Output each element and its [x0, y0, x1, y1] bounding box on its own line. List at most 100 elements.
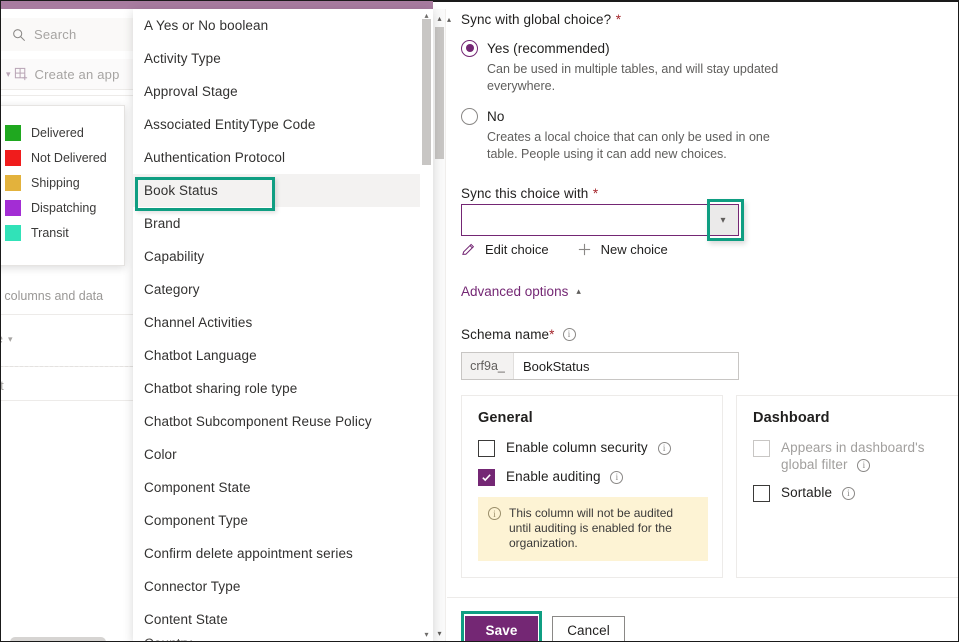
list-item[interactable]: Component State	[133, 471, 420, 504]
required-marker: *	[549, 327, 555, 342]
color-swatch	[5, 149, 21, 166]
radio-label: No	[487, 108, 505, 124]
list-item-label: Brand	[144, 216, 181, 231]
chevron-down-icon[interactable]: ▾	[708, 205, 738, 235]
list-item[interactable]: Capability	[133, 240, 420, 273]
enable-column-security-row[interactable]: Enable column security i	[478, 439, 706, 457]
horizontal-scrollbar[interactable]	[10, 637, 106, 642]
checkbox-unchecked-icon[interactable]	[478, 440, 495, 457]
scrollbar-thumb[interactable]	[422, 19, 431, 165]
pencil-icon	[461, 242, 476, 257]
list-item[interactable]: Authentication Protocol	[133, 141, 420, 174]
info-icon[interactable]: i	[841, 486, 855, 500]
general-card-title: General	[478, 410, 533, 426]
list-item-label: Content State	[144, 612, 228, 627]
divider	[0, 400, 133, 401]
left-row-select[interactable]: e ▾	[0, 315, 133, 363]
new-choice-button[interactable]: New choice	[577, 242, 668, 257]
info-icon: i	[857, 458, 871, 472]
color-swatch	[5, 174, 21, 191]
radio-no[interactable]: No	[461, 105, 821, 127]
list-item[interactable]: Content State	[133, 603, 420, 636]
dropdown-options: A Yes or No boolean Activity Type Approv…	[133, 9, 420, 642]
list-item[interactable]: Color	[133, 438, 420, 471]
info-icon[interactable]: i	[657, 441, 671, 455]
list-item-label: Chatbot Subcomponent Reuse Policy	[144, 414, 372, 429]
list-item-partial[interactable]: Country	[133, 636, 420, 642]
advanced-options-toggle[interactable]: Advanced options ▴	[461, 284, 581, 299]
search-input-placeholder[interactable]: Search	[34, 27, 76, 42]
list-item[interactable]: Channel Activities	[133, 306, 420, 339]
sync-global-choice-radio-group: Yes (recommended) Can be used in multipl…	[461, 37, 821, 163]
list-item[interactable]: Confirm delete appointment series	[133, 537, 420, 570]
list-item-book-status[interactable]: Book Status	[133, 174, 420, 207]
list-item[interactable]: Connector Type	[133, 570, 420, 603]
global-choice-dropdown-list[interactable]: A Yes or No boolean Activity Type Approv…	[133, 9, 433, 642]
left-background-app: Search ▾ Create an app o columns and dat…	[0, 9, 133, 642]
list-item[interactable]: Component Type	[133, 504, 420, 537]
auditing-warning-message: i This column will not be audited until …	[478, 497, 708, 561]
list-item-label: Chatbot Language	[144, 348, 257, 363]
sync-choice-input[interactable]	[462, 205, 708, 235]
chevron-down-icon[interactable]: ▾	[420, 628, 433, 640]
list-item[interactable]: Category	[133, 273, 420, 306]
list-item-label: Book Status	[144, 183, 218, 198]
panel-content: ▴ Sync with global choice? * Yes (recomm…	[447, 9, 959, 642]
list-item[interactable]: Chatbot Language	[133, 339, 420, 372]
schema-prefix: crf9a_	[462, 353, 514, 379]
chevron-up-icon[interactable]: ▴	[447, 15, 451, 24]
scrollbar-thumb[interactable]	[435, 27, 444, 159]
enable-auditing-row[interactable]: Enable auditing i	[478, 468, 706, 486]
legend-label: Transit	[31, 225, 69, 240]
checkbox-unchecked-icon[interactable]	[753, 485, 770, 502]
cancel-button[interactable]: Cancel	[552, 616, 625, 642]
radio-yes-recommended[interactable]: Yes (recommended)	[461, 37, 821, 59]
save-button[interactable]: Save	[465, 616, 538, 642]
divider	[0, 366, 133, 367]
chevron-down-icon[interactable]: ▾	[433, 627, 446, 639]
divider	[447, 597, 959, 598]
info-icon[interactable]: i	[562, 328, 576, 341]
chevron-up-icon[interactable]: ▴	[433, 12, 446, 24]
section-title-text: Sync with global choice?	[461, 12, 612, 27]
info-icon[interactable]: i	[610, 470, 624, 484]
checkbox-checked-icon[interactable]	[478, 469, 495, 486]
list-item[interactable]: Activity Type	[133, 42, 420, 75]
list-item-label: A Yes or No boolean	[144, 18, 269, 33]
list-item[interactable]: Approval Stage	[133, 75, 420, 108]
list-item[interactable]: Chatbot sharing role type	[133, 372, 420, 405]
schema-name-input[interactable]	[514, 353, 738, 379]
panel-scrollbar[interactable]: ▴ ▾	[433, 9, 446, 642]
schema-name-field[interactable]: crf9a_	[461, 352, 739, 380]
form-action-buttons: Save Cancel	[465, 616, 625, 642]
list-item[interactable]: Brand	[133, 207, 420, 240]
color-swatch	[5, 224, 21, 241]
edit-choice-button[interactable]: Edit choice	[461, 242, 549, 257]
list-item[interactable]: Associated EntityType Code	[133, 108, 420, 141]
legend-label: Not Delivered	[31, 150, 107, 165]
choice-action-links: Edit choice New choice	[461, 242, 696, 257]
window-edge	[433, 0, 959, 2]
enable-column-security-label: Enable column security	[506, 440, 648, 455]
legend-label: Dispatching	[31, 200, 97, 215]
list-item-label: Channel Activities	[144, 315, 253, 330]
left-row-select-label: e	[0, 332, 3, 346]
create-an-app-button[interactable]: ▾ Create an app	[0, 59, 133, 90]
required-marker: *	[615, 12, 622, 27]
grid-plus-icon	[14, 67, 29, 82]
new-choice-label: New choice	[600, 242, 668, 257]
chevron-down-icon: ▾	[7, 333, 13, 344]
schema-name-label: Schema name * i	[461, 327, 576, 342]
color-swatch	[5, 124, 21, 141]
sync-this-choice-with-text: Sync this choice with	[461, 186, 589, 201]
dropdown-scrollbar[interactable]: ▴ ▾	[420, 9, 433, 642]
color-swatch	[5, 199, 21, 216]
list-item-label: Color	[144, 447, 177, 462]
list-item-label: Confirm delete appointment series	[144, 546, 353, 561]
sync-choice-combobox[interactable]: ▾	[461, 204, 739, 236]
list-item[interactable]: A Yes or No boolean	[133, 9, 420, 42]
list-item[interactable]: Chatbot Subcomponent Reuse Policy	[133, 405, 420, 438]
sortable-row[interactable]: Sortable i	[753, 484, 959, 502]
list-item-label: Approval Stage	[144, 84, 238, 99]
search-bar[interactable]: Search	[0, 18, 133, 51]
